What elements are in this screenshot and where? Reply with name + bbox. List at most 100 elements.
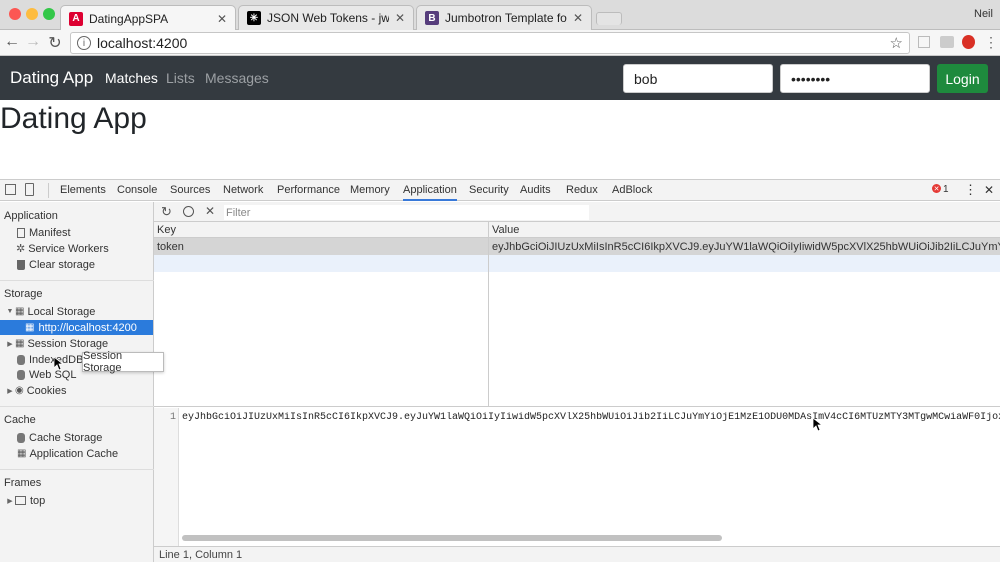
line-gutter: 1 [154,408,179,546]
database-icon [17,369,25,380]
sidebar-item-service-workers[interactable]: ✲ Service Workers [0,241,153,256]
password-input[interactable]: •••••••• [780,64,930,93]
table-grid-icon: ▦ [15,306,25,317]
close-window-button[interactable] [9,8,21,20]
browser-toolbar: ← → ↻ i localhost:4200 ☆ ⋮ [0,30,1000,56]
section-frames: Frames [4,477,42,489]
browser-tab-jwt[interactable]: ✳ JSON Web Tokens - jwt.io ✕ [238,5,414,30]
collapsed-arrow-icon[interactable]: ▶ [5,340,15,348]
back-arrow-icon[interactable]: ← [3,33,21,51]
value-cell[interactable]: eyJhbGciOiJIUzUxMiIsInR5cCI6IkpXVCJ9.eyJ… [489,238,1000,255]
maximize-window-button[interactable] [43,8,55,20]
horizontal-scrollbar[interactable] [182,535,722,541]
jwt-icon: ✳ [247,11,261,25]
refresh-icon[interactable]: ↻ [161,204,172,220]
close-icon[interactable]: ✕ [573,11,583,25]
sidebar-item-label: top [30,494,46,507]
expanded-arrow-icon[interactable]: ▼ [5,308,15,315]
address-bar[interactable]: i localhost:4200 ☆ [70,32,910,54]
tab-title: DatingAppSPA [89,11,169,26]
tab-sources[interactable]: Sources [170,184,210,196]
error-icon[interactable]: ✕ [932,184,941,193]
filter-input[interactable]: Filter [224,205,589,220]
collapsed-arrow-icon[interactable]: ▶ [5,387,15,395]
column-divider[interactable] [488,222,489,407]
username-input[interactable]: bob [623,64,773,93]
clear-all-icon[interactable] [183,206,194,217]
extension-icon[interactable] [940,36,954,48]
mouse-cursor-icon [813,418,823,432]
sidebar-item-cache-storage[interactable]: Cache Storage [0,430,153,445]
login-button[interactable]: Login [937,64,988,93]
url-text: localhost:4200 [97,35,188,51]
brand-link[interactable]: Dating App [10,68,93,88]
tab-application[interactable]: Application [403,184,457,201]
sidebar-item-localhost-origin[interactable]: ▦ http://localhost:4200 [0,320,153,335]
close-devtools-icon[interactable]: ✕ [984,183,994,197]
opera-extension-icon[interactable] [962,35,975,49]
empty-new-row[interactable] [154,255,1000,272]
sidebar-item-manifest[interactable]: Manifest [0,225,153,240]
sidebar-item-label: Local Storage [27,305,96,318]
browser-tab-datingapp[interactable]: A DatingAppSPA ✕ [60,5,236,31]
inspect-element-icon[interactable] [5,184,16,195]
tab-elements[interactable]: Elements [60,184,106,196]
tab-audits[interactable]: Audits [520,184,551,196]
delete-selected-icon[interactable]: ✕ [205,204,215,218]
minimize-window-button[interactable] [26,8,38,20]
tab-redux[interactable]: Redux [566,184,598,196]
menu-dots-icon[interactable]: ⋮ [984,34,998,51]
nav-link-matches[interactable]: Matches [105,70,158,86]
sidebar-item-clear-storage[interactable]: Clear storage [0,257,153,272]
gear-icon: ✲ [16,243,26,255]
forward-arrow-icon[interactable]: → [24,33,42,51]
nav-link-messages[interactable]: Messages [205,70,269,86]
collapsed-arrow-icon[interactable]: ▶ [5,497,15,505]
tab-title: Jumbotron Template for Boots [445,11,567,25]
table-grid-icon: ▦ [15,338,25,349]
sidebar-item-application-cache[interactable]: ▦ Application Cache [0,446,153,461]
profile-name[interactable]: Neil [974,8,993,20]
sidebar-divider [0,406,154,407]
section-cache: Cache [4,414,36,426]
error-count[interactable]: 1 [943,184,949,195]
sidebar-item-cookies[interactable]: ▶ ◉ Cookies [0,383,153,398]
sidebar-item-label: Cache Storage [29,431,103,444]
bookmark-star-icon[interactable]: ☆ [890,34,903,52]
tab-adblock[interactable]: AdBlock [612,184,652,196]
info-icon[interactable]: i [77,36,91,50]
device-toolbar-icon[interactable] [25,183,34,196]
sidebar-item-session-storage[interactable]: ▶ ▦ Session Storage [0,336,153,351]
tab-performance[interactable]: Performance [277,184,340,196]
tab-console[interactable]: Console [117,184,157,196]
tab-network[interactable]: Network [223,184,263,196]
tab-security[interactable]: Security [469,184,509,196]
section-application: Application [4,210,58,222]
storage-view: ↻ ✕ Filter Key Value token eyJhbGciOiJIU… [154,202,1000,562]
sidebar-item-frame-top[interactable]: ▶ top [0,493,153,508]
token-value-text[interactable]: eyJhbGciOiJIUzUxMiIsInR5cCI6IkpXVCJ9.eyJ… [182,412,1000,423]
close-icon[interactable]: ✕ [395,11,405,25]
mouse-cursor-icon [54,357,64,371]
extension-icon[interactable] [918,36,930,48]
column-header-key[interactable]: Key [154,222,488,238]
browser-tab-bootstrap[interactable]: B Jumbotron Template for Boots ✕ [416,5,592,30]
application-sidebar: Application Manifest ✲ Service Workers C… [0,202,154,562]
column-header-value[interactable]: Value [489,222,1000,238]
close-icon[interactable]: ✕ [217,12,227,26]
value-preview-editor[interactable]: 1 eyJhbGciOiJIUzUxMiIsInR5cCI6IkpXVCJ9.e… [154,408,1000,546]
app-navbar: Dating App Matches Lists Messages bob ••… [0,56,1000,100]
cursor-status: Line 1, Column 1 [154,546,1000,562]
sidebar-item-local-storage[interactable]: ▼ ▦ Local Storage [0,304,153,319]
devtools-menu-icon[interactable]: ⋮ [964,182,977,198]
section-storage: Storage [4,288,43,300]
reload-icon[interactable]: ↻ [46,33,64,53]
file-icon [17,227,25,238]
table-row[interactable]: token eyJhbGciOiJIUzUxMiIsInR5cCI6IkpXVC… [154,238,1000,255]
key-cell[interactable]: token [154,238,488,255]
storage-toolbar: ↻ ✕ Filter [154,202,1000,222]
sidebar-divider [0,469,154,470]
nav-link-lists[interactable]: Lists [166,70,195,86]
tab-memory[interactable]: Memory [350,184,390,196]
new-tab-button[interactable] [596,12,622,25]
